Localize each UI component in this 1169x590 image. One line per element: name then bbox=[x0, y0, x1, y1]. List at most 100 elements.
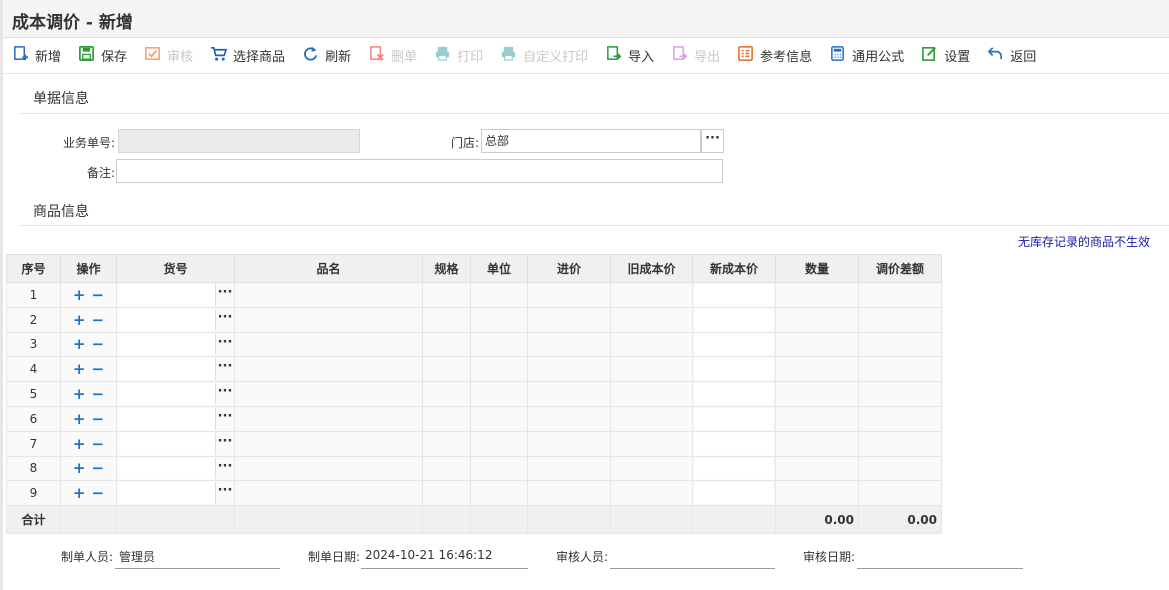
item-picker-button[interactable]: ··· bbox=[216, 333, 234, 357]
item-name-cell bbox=[234, 405, 423, 432]
remove-row-icon[interactable]: − bbox=[92, 385, 105, 403]
remark-field[interactable] bbox=[116, 159, 723, 183]
item-picker-button[interactable]: ··· bbox=[216, 407, 234, 431]
row-index: 3 bbox=[6, 331, 61, 358]
toolbar-button-return[interactable]: 返回 bbox=[987, 45, 1036, 66]
add-row-icon[interactable]: + bbox=[73, 335, 86, 353]
save-icon bbox=[78, 45, 101, 66]
spec-cell bbox=[422, 405, 471, 432]
remove-row-icon[interactable]: − bbox=[92, 360, 105, 378]
new-cost-cell bbox=[692, 480, 776, 507]
toolbar-button-print[interactable]: 打印 bbox=[434, 45, 483, 66]
add-row-icon[interactable]: + bbox=[73, 484, 86, 502]
toolbar-button-import[interactable]: 导入 bbox=[605, 45, 654, 66]
remove-row-icon[interactable]: − bbox=[92, 484, 105, 502]
add-row-icon[interactable]: + bbox=[73, 286, 86, 304]
add-row-icon[interactable]: + bbox=[73, 360, 86, 378]
item-picker-button[interactable]: ··· bbox=[216, 382, 234, 406]
new-cost-input[interactable] bbox=[695, 284, 773, 306]
row-index: 6 bbox=[6, 405, 61, 432]
section-divider bbox=[18, 113, 1169, 114]
toolbar-button-custom-print[interactable]: 自定义打印 bbox=[500, 45, 588, 66]
audit-date-underline bbox=[857, 568, 1023, 569]
add-row-icon[interactable]: + bbox=[73, 385, 86, 403]
remove-row-icon[interactable]: − bbox=[92, 335, 105, 353]
new-cost-input[interactable] bbox=[695, 308, 773, 331]
item-code-input[interactable] bbox=[118, 457, 216, 480]
item-picker-button[interactable]: ··· bbox=[216, 457, 234, 481]
item-picker-button[interactable]: ··· bbox=[216, 481, 234, 505]
toolbar-button-reference[interactable]: 参考信息 bbox=[737, 45, 812, 66]
store-picker-button[interactable]: ··· bbox=[701, 129, 724, 153]
price-diff-cell bbox=[858, 331, 942, 358]
spec-cell bbox=[422, 455, 471, 482]
column-header: 货号 bbox=[116, 254, 235, 283]
cart-icon bbox=[210, 45, 233, 66]
toolbar-button-delete-doc[interactable]: 删单 bbox=[368, 45, 417, 66]
new-cost-cell bbox=[692, 331, 776, 358]
old-cost-cell bbox=[610, 455, 693, 482]
spec-cell bbox=[422, 381, 471, 407]
remove-row-icon[interactable]: − bbox=[92, 459, 105, 477]
item-picker-button[interactable]: ··· bbox=[216, 432, 234, 456]
price-diff-cell bbox=[858, 306, 942, 333]
remove-row-icon[interactable]: − bbox=[92, 410, 105, 428]
column-header: 品名 bbox=[234, 254, 423, 283]
remove-row-icon[interactable]: − bbox=[92, 286, 105, 304]
item-picker-button[interactable]: ··· bbox=[216, 357, 234, 381]
order-no-field[interactable] bbox=[118, 129, 360, 153]
toolbar-button-add-doc[interactable]: 新增 bbox=[12, 45, 61, 66]
remove-row-icon[interactable]: − bbox=[92, 435, 105, 453]
item-code-cell: ··· bbox=[116, 306, 235, 333]
item-code-input[interactable] bbox=[118, 407, 216, 430]
item-code-cell: ··· bbox=[116, 381, 235, 407]
remove-row-icon[interactable]: − bbox=[92, 311, 105, 329]
new-cost-input[interactable] bbox=[695, 383, 773, 405]
toolbar-button-export[interactable]: 导出 bbox=[671, 45, 720, 66]
toolbar-button-audit[interactable]: 审核 bbox=[144, 45, 193, 66]
import-icon bbox=[605, 45, 628, 66]
column-header: 操作 bbox=[60, 254, 117, 283]
new-cost-cell bbox=[692, 381, 776, 407]
item-code-input[interactable] bbox=[118, 333, 216, 356]
item-picker-button[interactable]: ··· bbox=[216, 308, 234, 332]
table-row: 3 + − ··· bbox=[6, 331, 942, 358]
item-code-input[interactable] bbox=[118, 358, 216, 381]
toolbar-button-label: 打印 bbox=[457, 50, 484, 65]
toolbar-button-formula[interactable]: 通用公式 bbox=[829, 45, 904, 66]
toolbar-button-save[interactable]: 保存 bbox=[78, 45, 127, 66]
add-row-icon[interactable]: + bbox=[73, 459, 86, 477]
item-code-input[interactable] bbox=[118, 432, 216, 455]
new-cost-input[interactable] bbox=[695, 333, 773, 356]
new-cost-input[interactable] bbox=[695, 358, 773, 381]
toolbar-button-refresh[interactable]: 刷新 bbox=[302, 45, 351, 66]
spec-cell bbox=[422, 356, 471, 383]
new-cost-input[interactable] bbox=[695, 407, 773, 430]
toolbar-button-label: 保存 bbox=[101, 50, 128, 65]
column-header: 调价差额 bbox=[858, 254, 942, 283]
item-code-input[interactable] bbox=[118, 482, 216, 505]
toolbar-button-label: 参考信息 bbox=[760, 50, 813, 65]
toolbar-button-settings[interactable]: 设置 bbox=[921, 45, 970, 66]
new-cost-cell bbox=[692, 282, 776, 308]
row-actions: + − bbox=[60, 430, 117, 457]
new-cost-input[interactable] bbox=[695, 457, 773, 480]
new-cost-input[interactable] bbox=[695, 432, 773, 455]
row-actions: + − bbox=[60, 381, 117, 407]
item-code-input[interactable] bbox=[118, 308, 216, 331]
new-cost-input[interactable] bbox=[695, 482, 773, 505]
item-picker-button[interactable]: ··· bbox=[216, 283, 234, 307]
item-code-input[interactable] bbox=[118, 383, 216, 405]
add-row-icon[interactable]: + bbox=[73, 435, 86, 453]
store-field[interactable]: 总部 bbox=[481, 129, 701, 153]
old-cost-cell bbox=[610, 381, 693, 407]
toolbar: 新增 保存 审核 选择商品 刷新 删单 打印 自定义打印 导入 导出 参考信息 通用公式 设置 返回 bbox=[3, 38, 1169, 74]
creator-value: 管理员 bbox=[119, 550, 156, 564]
add-row-icon[interactable]: + bbox=[73, 410, 86, 428]
item-name-cell bbox=[234, 455, 423, 482]
table-row: 6 + − ··· bbox=[6, 405, 942, 432]
add-row-icon[interactable]: + bbox=[73, 311, 86, 329]
item-code-input[interactable] bbox=[118, 284, 216, 306]
auditor-underline bbox=[610, 568, 775, 569]
toolbar-button-cart[interactable]: 选择商品 bbox=[210, 45, 285, 66]
